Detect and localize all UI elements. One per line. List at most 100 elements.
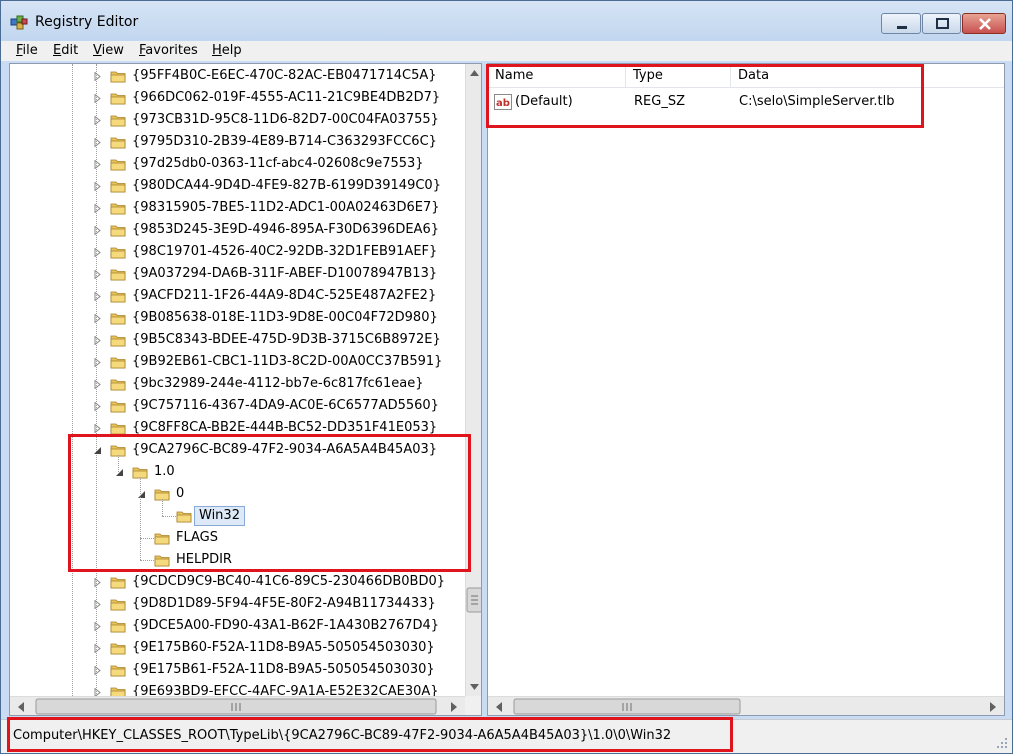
menu-edit-accelerator: E [53,43,62,58]
expand-arrow-icon[interactable] [93,116,102,125]
expand-arrow-icon[interactable] [93,94,102,103]
column-header-name[interactable]: Name [488,64,626,88]
expand-arrow-icon[interactable] [93,138,102,147]
title-bar[interactable]: Registry Editor [1,1,1012,41]
expand-arrow-icon[interactable] [93,160,102,169]
tree-item-expanded[interactable]: {9CA2796C-BC89-47F2-9034-A6A5A4B45A03} [10,439,464,461]
expand-arrow-icon[interactable] [93,644,102,653]
folder-icon [110,379,126,391]
expand-arrow-icon[interactable] [93,72,102,81]
tree-item[interactable]: {95FF4B0C-E6EC-470C-82AC-EB0471714C5A} [10,65,464,87]
key-tree[interactable]: {95FF4B0C-E6EC-470C-82AC-EB0471714C5A} {9… [10,64,464,696]
tree-item[interactable]: {9E693BD9-EFCC-4AFC-9A1A-E52E32CAE30A} [10,681,464,696]
menu-edit[interactable]: Edit [53,42,78,60]
tree-item[interactable]: {9C757116-4367-4DA9-AC0E-6C6577AD5560} [10,395,464,417]
tree-item-helpdir[interactable]: HELPDIR [10,549,464,571]
value-row[interactable]: ab (Default) REG_SZ C:\selo\SimpleServer… [488,91,1004,113]
close-button[interactable] [962,13,1006,34]
tree-vertical-scrollbar[interactable] [465,64,481,696]
tree-item[interactable]: {9B92EB61-CBC1-11D3-8C2D-00A0CC37B591} [10,351,464,373]
tree-item-label: {9795D310-2B39-4E89-B714-C363293FCC6C} [132,134,437,149]
folder-icon [110,115,126,127]
folder-icon [154,555,170,567]
tree-item[interactable]: {97d25db0-0363-11cf-abc4-02608c9e7553} [10,153,464,175]
tree-item[interactable]: {9E175B60-F52A-11D8-B9A5-505054503030} [10,637,464,659]
key-tree-pane[interactable]: {95FF4B0C-E6EC-470C-82AC-EB0471714C5A} {9… [9,63,482,716]
folder-icon [176,511,192,523]
expand-arrow-icon[interactable] [93,336,102,345]
tree-item[interactable]: {9D8D1D89-5F94-4F5E-80F2-A94B11734433} [10,593,464,615]
expand-arrow-icon[interactable] [93,666,102,675]
expand-arrow-icon[interactable] [93,402,102,411]
tree-item[interactable]: {9E175B61-F52A-11D8-B9A5-505054503030} [10,659,464,681]
tree-item[interactable]: {9DCE5A00-FD90-43A1-B62F-1A430B2767D4} [10,615,464,637]
folder-icon [110,643,126,655]
minimize-button[interactable] [881,13,921,34]
tree-item-label: {9853D245-3E9D-4946-895A-F30D6396DEA6} [132,222,439,237]
values-header: Name Type Data [488,64,1004,88]
expand-arrow-icon[interactable] [93,600,102,609]
tree-horizontal-scrollbar[interactable] [10,696,465,715]
expand-arrow-icon[interactable] [93,688,102,696]
tree-item-label: 1.0 [154,464,175,479]
maximize-button[interactable] [922,13,961,34]
collapse-arrow-icon[interactable] [115,468,124,477]
folder-icon [110,269,126,281]
tree-item[interactable]: {9C8FF8CA-BB2E-444B-BC52-DD351F41E053} [10,417,464,439]
tree-item-label: {9C8FF8CA-BB2E-444B-BC52-DD351F41E053} [132,420,438,435]
tree-item-version[interactable]: 1.0 [10,461,464,483]
expand-arrow-icon[interactable] [93,226,102,235]
tree-item[interactable]: {980DCA44-9D4D-4FE9-827B-6199D39149C0} [10,175,464,197]
folder-icon [110,423,126,435]
tree-item[interactable]: {9B5C8343-BDEE-475D-9D3B-3715C6B8972E} [10,329,464,351]
expand-arrow-icon[interactable] [93,204,102,213]
expand-arrow-icon[interactable] [93,314,102,323]
menu-view[interactable]: View [93,42,124,60]
tree-item-lcid[interactable]: 0 [10,483,464,505]
tree-item-label: {9E693BD9-EFCC-4AFC-9A1A-E52E32CAE30A} [132,684,439,696]
tree-item[interactable]: {9B085638-018E-11D3-9D8E-00C04F72D980} [10,307,464,329]
menu-help[interactable]: Help [212,42,242,60]
scrollbar-corner [465,696,481,715]
column-header-data[interactable]: Data [731,64,1004,88]
value-data: C:\selo\SimpleServer.tlb [739,94,895,109]
menu-file[interactable]: File [16,42,38,60]
values-pane[interactable]: Name Type Data ab (Default) REG_SZ C:\se… [487,63,1005,716]
tree-item-flags[interactable]: FLAGS [10,527,464,549]
tree-item[interactable]: {9CDCD9C9-BC40-41C6-89C5-230466DB0BD0} [10,571,464,593]
expand-arrow-icon[interactable] [93,424,102,433]
folder-icon [110,247,126,259]
folder-icon [110,357,126,369]
expand-arrow-icon[interactable] [93,292,102,301]
expand-arrow-icon[interactable] [93,248,102,257]
menu-favorites[interactable]: Favorites [139,42,198,60]
tree-item[interactable]: {9853D245-3E9D-4946-895A-F30D6396DEA6} [10,219,464,241]
resize-grip-icon[interactable] [995,736,1009,750]
tree-item[interactable]: {9ACFD211-1F26-44A9-8D4C-525E487A2FE2} [10,285,464,307]
values-horizontal-scrollbar[interactable] [488,696,1004,715]
expand-arrow-icon[interactable] [93,380,102,389]
tree-item[interactable]: {98315905-7BE5-11D2-ADC1-00A02463D6E7} [10,197,464,219]
tree-item-selected[interactable]: Win32 [10,505,464,527]
tree-item[interactable]: {9bc32989-244e-4112-bb7e-6c817fc61eae} [10,373,464,395]
tree-vertical-scrollbar-graphic [466,70,481,690]
expand-arrow-icon[interactable] [93,358,102,367]
tree-item[interactable]: {9A037294-DA6B-311F-ABEF-D10078947B13} [10,263,464,285]
tree-item[interactable]: {98C19701-4526-40C2-92DB-32D1FEB91AEF} [10,241,464,263]
status-path: Computer\HKEY_CLASSES_ROOT\TypeLib\{9CA2… [13,728,672,743]
folder-icon [110,137,126,149]
expand-arrow-icon[interactable] [93,270,102,279]
tree-item[interactable]: {966DC062-019F-4555-AC11-21C9BE4DB2D7} [10,87,464,109]
folder-icon [110,203,126,215]
tree-item[interactable]: {9795D310-2B39-4E89-B714-C363293FCC6C} [10,131,464,153]
collapse-arrow-icon[interactable] [137,490,146,499]
expand-arrow-icon[interactable] [93,622,102,631]
expand-arrow-icon[interactable] [93,182,102,191]
menu-view-accelerator: V [93,43,102,58]
expand-arrow-icon[interactable] [93,578,102,587]
collapse-arrow-icon[interactable] [93,446,102,455]
tree-item[interactable]: {973CB31D-95C8-11D6-82D7-00C04FA03755} [10,109,464,131]
column-header-type[interactable]: Type [626,64,731,88]
tree-item-label: {973CB31D-95C8-11D6-82D7-00C04FA03755} [132,112,439,127]
values-horizontal-scrollbar-graphic [496,698,996,715]
